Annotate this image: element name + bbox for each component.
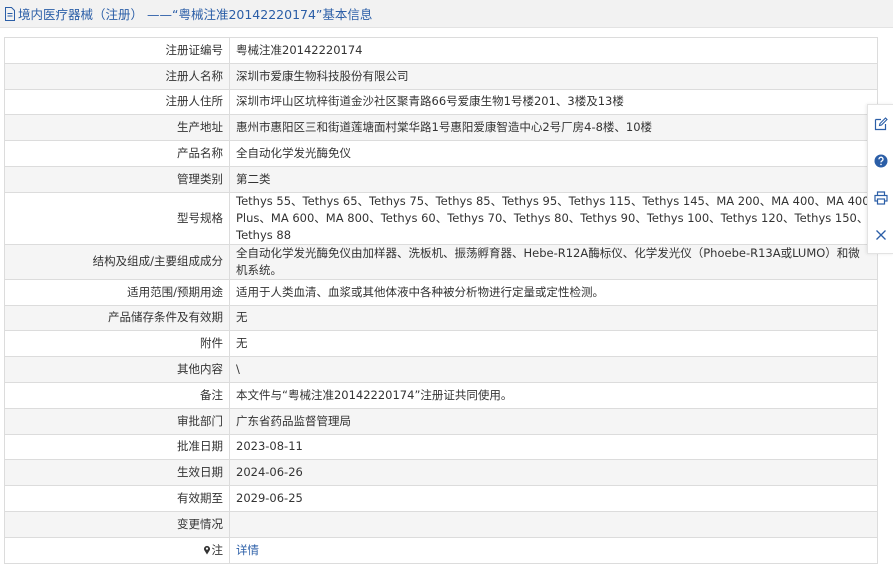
side-toolbar — [867, 104, 893, 254]
table-row: 变更情况 — [4, 510, 878, 538]
row-value: 深圳市爱康生物科技股份有限公司 — [229, 62, 878, 90]
edit-button[interactable] — [872, 115, 890, 133]
table-row: 有效期至 2029-06-25 — [4, 485, 878, 512]
table-row: 产品储存条件及有效期 无 — [4, 304, 878, 332]
table-row: 附件 无 — [4, 330, 878, 358]
row-value: \ — [229, 356, 878, 383]
row-value: 广东省药品监督管理局 — [229, 407, 878, 435]
row-label: 产品名称 — [4, 140, 230, 167]
row-value: 第二类 — [229, 165, 878, 193]
row-value: 2029-06-25 — [229, 485, 878, 512]
row-label: 注 — [211, 542, 224, 557]
row-value: 全自动化学发光酶免仪由加样器、洗板机、振荡孵育器、Hebe-R12A酶标仪、化学… — [229, 243, 878, 280]
row-label: 注册人名称 — [4, 62, 230, 90]
table-row: 结构及组成/主要组成成分 全自动化学发光酶免仪由加样器、洗板机、振荡孵育器、He… — [4, 243, 878, 280]
table-row: 型号规格 Tethys 55、Tethys 65、Tethys 75、Tethy… — [4, 191, 878, 245]
row-value: 2023-08-11 — [229, 433, 878, 461]
page-title: 境内医疗器械（注册） ——“粤械注准20142220174”基本信息 — [18, 7, 373, 22]
row-value-cell: 详情 — [229, 536, 878, 564]
row-value: 深圳市坪山区坑梓街道金沙社区聚青路66号爱康生物1号楼201、3楼及13楼 — [229, 88, 878, 116]
row-label: 产品储存条件及有效期 — [4, 304, 230, 332]
table-row: 产品名称 全自动化学发光酶免仪 — [4, 140, 878, 167]
pin-icon — [203, 545, 210, 555]
close-button[interactable] — [872, 226, 890, 244]
row-value: 全自动化学发光酶免仪 — [229, 140, 878, 167]
help-icon — [874, 154, 888, 167]
row-label: 结构及组成/主要组成成分 — [4, 243, 230, 280]
row-label: 生效日期 — [4, 459, 230, 487]
row-value: 粤械注准20142220174 — [229, 37, 878, 64]
table-row: 注册人住所 深圳市坪山区坑梓街道金沙社区聚青路66号爱康生物1号楼201、3楼及… — [4, 88, 878, 116]
row-label: 管理类别 — [4, 165, 230, 193]
row-label: 审批部门 — [4, 407, 230, 435]
row-label: 型号规格 — [4, 191, 230, 245]
document-icon — [5, 6, 15, 21]
row-value: 本文件与“粤械注准20142220174”注册证共同使用。 — [229, 381, 878, 409]
row-label: 适用范围/预期用途 — [4, 278, 230, 306]
row-value — [229, 510, 878, 538]
row-value: 无 — [229, 330, 878, 358]
table-row: 备注 本文件与“粤械注准20142220174”注册证共同使用。 — [4, 381, 878, 409]
table-row: 注 详情 — [4, 536, 878, 564]
row-value: 惠州市惠阳区三和街道莲塘面村棠华路1号惠阳爱康智造中心2号厂房4-8楼、10楼 — [229, 114, 878, 142]
row-label: 备注 — [4, 381, 230, 409]
edit-icon — [874, 116, 888, 130]
note-label-cell: 注 — [4, 536, 230, 564]
details-link[interactable]: 详情 — [236, 543, 259, 557]
row-label: 其他内容 — [4, 356, 230, 383]
table-row: 注册证编号 粤械注准20142220174 — [4, 37, 878, 64]
table-row: 管理类别 第二类 — [4, 165, 878, 193]
page-header: 境内医疗器械（注册） ——“粤械注准20142220174”基本信息 — [0, 0, 893, 28]
table-row: 审批部门 广东省药品监督管理局 — [4, 407, 878, 435]
row-label: 注册证编号 — [4, 37, 230, 64]
row-value: 适用于人类血清、血浆或其他体液中各种被分析物进行定量或定性检测。 — [229, 278, 878, 306]
table-row: 适用范围/预期用途 适用于人类血清、血浆或其他体液中各种被分析物进行定量或定性检… — [4, 278, 878, 306]
row-label: 有效期至 — [4, 485, 230, 512]
table-row: 批准日期 2023-08-11 — [4, 433, 878, 461]
info-table: 注册证编号 粤械注准20142220174 注册人名称 深圳市爱康生物科技股份有… — [4, 37, 878, 564]
row-value: Tethys 55、Tethys 65、Tethys 75、Tethys 85、… — [229, 191, 878, 245]
table-row: 生效日期 2024-06-26 — [4, 459, 878, 487]
row-label: 注册人住所 — [4, 88, 230, 116]
table-row: 其他内容 \ — [4, 356, 878, 383]
close-icon — [876, 229, 886, 240]
print-icon — [874, 190, 888, 205]
row-label: 附件 — [4, 330, 230, 358]
row-label: 生产地址 — [4, 114, 230, 142]
row-value: 2024-06-26 — [229, 459, 878, 487]
table-row: 生产地址 惠州市惠阳区三和街道莲塘面村棠华路1号惠阳爱康智造中心2号厂房4-8楼… — [4, 114, 878, 142]
help-button[interactable] — [872, 152, 890, 170]
print-button[interactable] — [872, 189, 890, 207]
row-value: 无 — [229, 304, 878, 332]
row-label: 批准日期 — [4, 433, 230, 461]
table-row: 注册人名称 深圳市爱康生物科技股份有限公司 — [4, 62, 878, 90]
row-label: 变更情况 — [4, 510, 230, 538]
